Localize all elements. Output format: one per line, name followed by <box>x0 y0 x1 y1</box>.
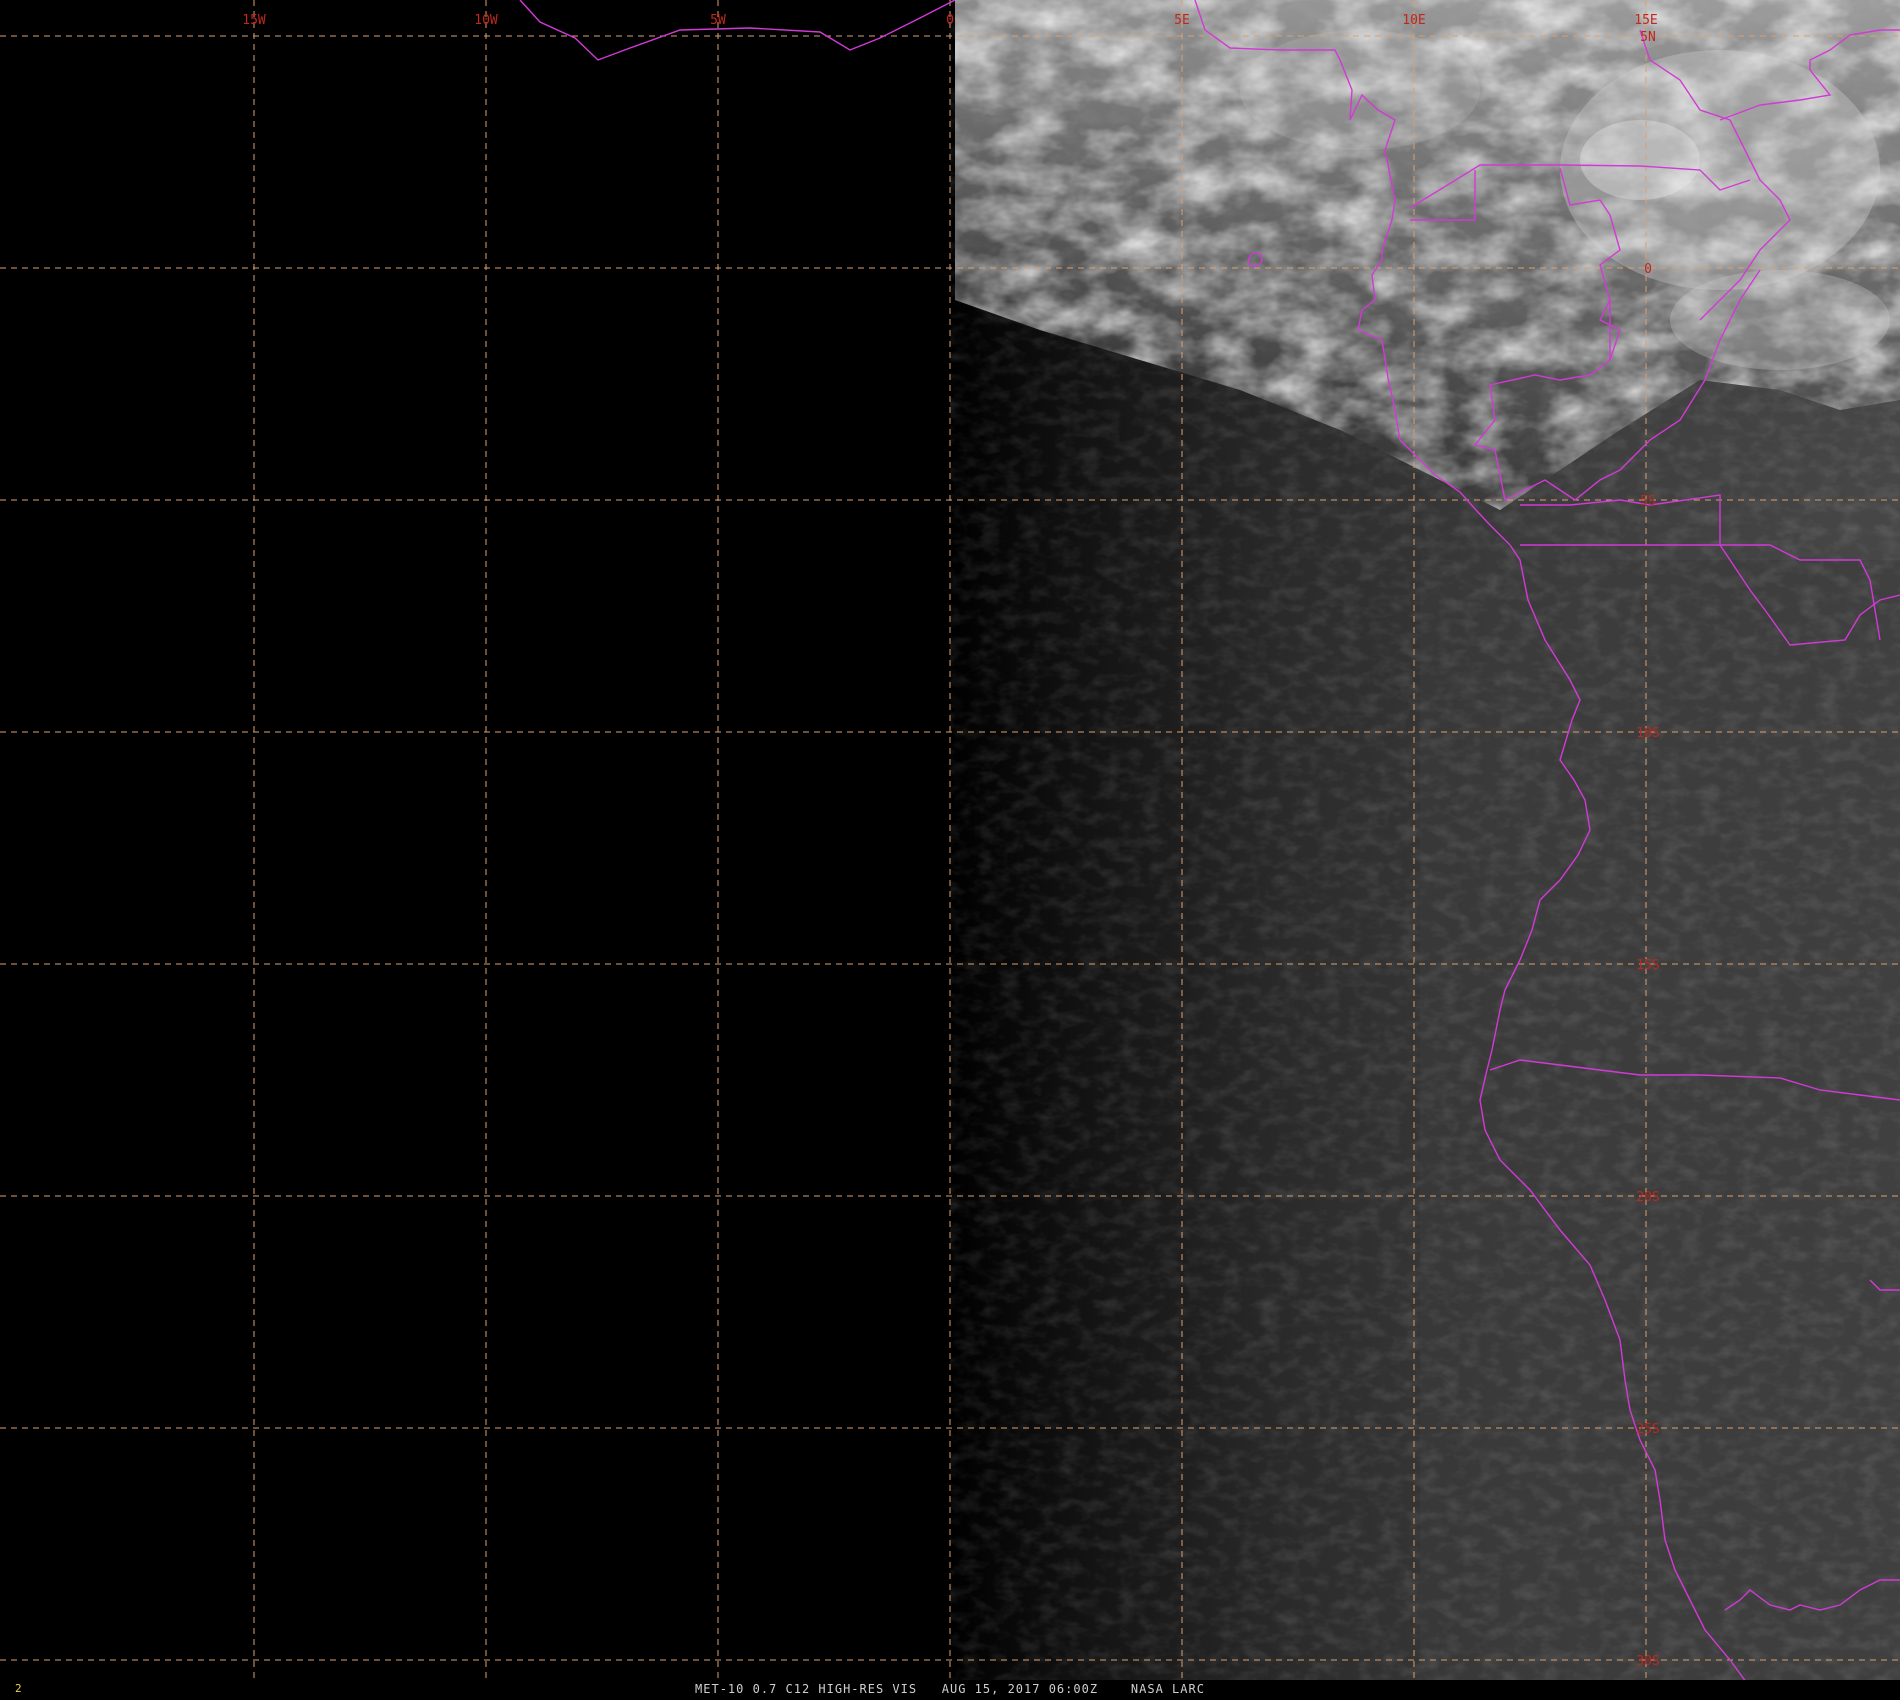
image-caption: MET-10 0.7 C12 HIGH-RES VIS AUG 15, 2017… <box>695 1682 1205 1696</box>
latitude-label: 5S <box>1640 494 1656 509</box>
latitude-label: 5N <box>1640 30 1656 45</box>
longitude-label: 5E <box>1174 13 1190 28</box>
longitude-label: 5W <box>710 13 726 28</box>
latitude-label: 0 <box>1644 262 1652 277</box>
latitude-label: 15S <box>1636 958 1659 973</box>
longitude-label: 15E <box>1634 13 1657 28</box>
latitude-label: 25S <box>1636 1422 1659 1437</box>
satellite-map: 15W 10W 5W 0 5E 10E 15E 5N 0 5S 10S 15S 20S 25S 30S 2… <box>0 0 1900 1700</box>
longitude-label: 10E <box>1402 13 1425 28</box>
longitude-label: 10W <box>474 13 498 28</box>
latitude-label: 30S <box>1636 1654 1659 1669</box>
latitude-label: 20S <box>1636 1190 1659 1205</box>
map-canvas: 15W 10W 5W 0 5E 10E 15E 5N 0 5S 10S 15S 20S 25S 30S <box>0 0 1900 1700</box>
latitude-label: 10S <box>1636 726 1659 741</box>
longitude-label: 0 <box>946 13 954 28</box>
footer-bar: 2 MET-10 0.7 C12 HIGH-RES VIS AUG 15, 20… <box>0 1680 1900 1700</box>
longitude-label: 15W <box>242 13 266 28</box>
